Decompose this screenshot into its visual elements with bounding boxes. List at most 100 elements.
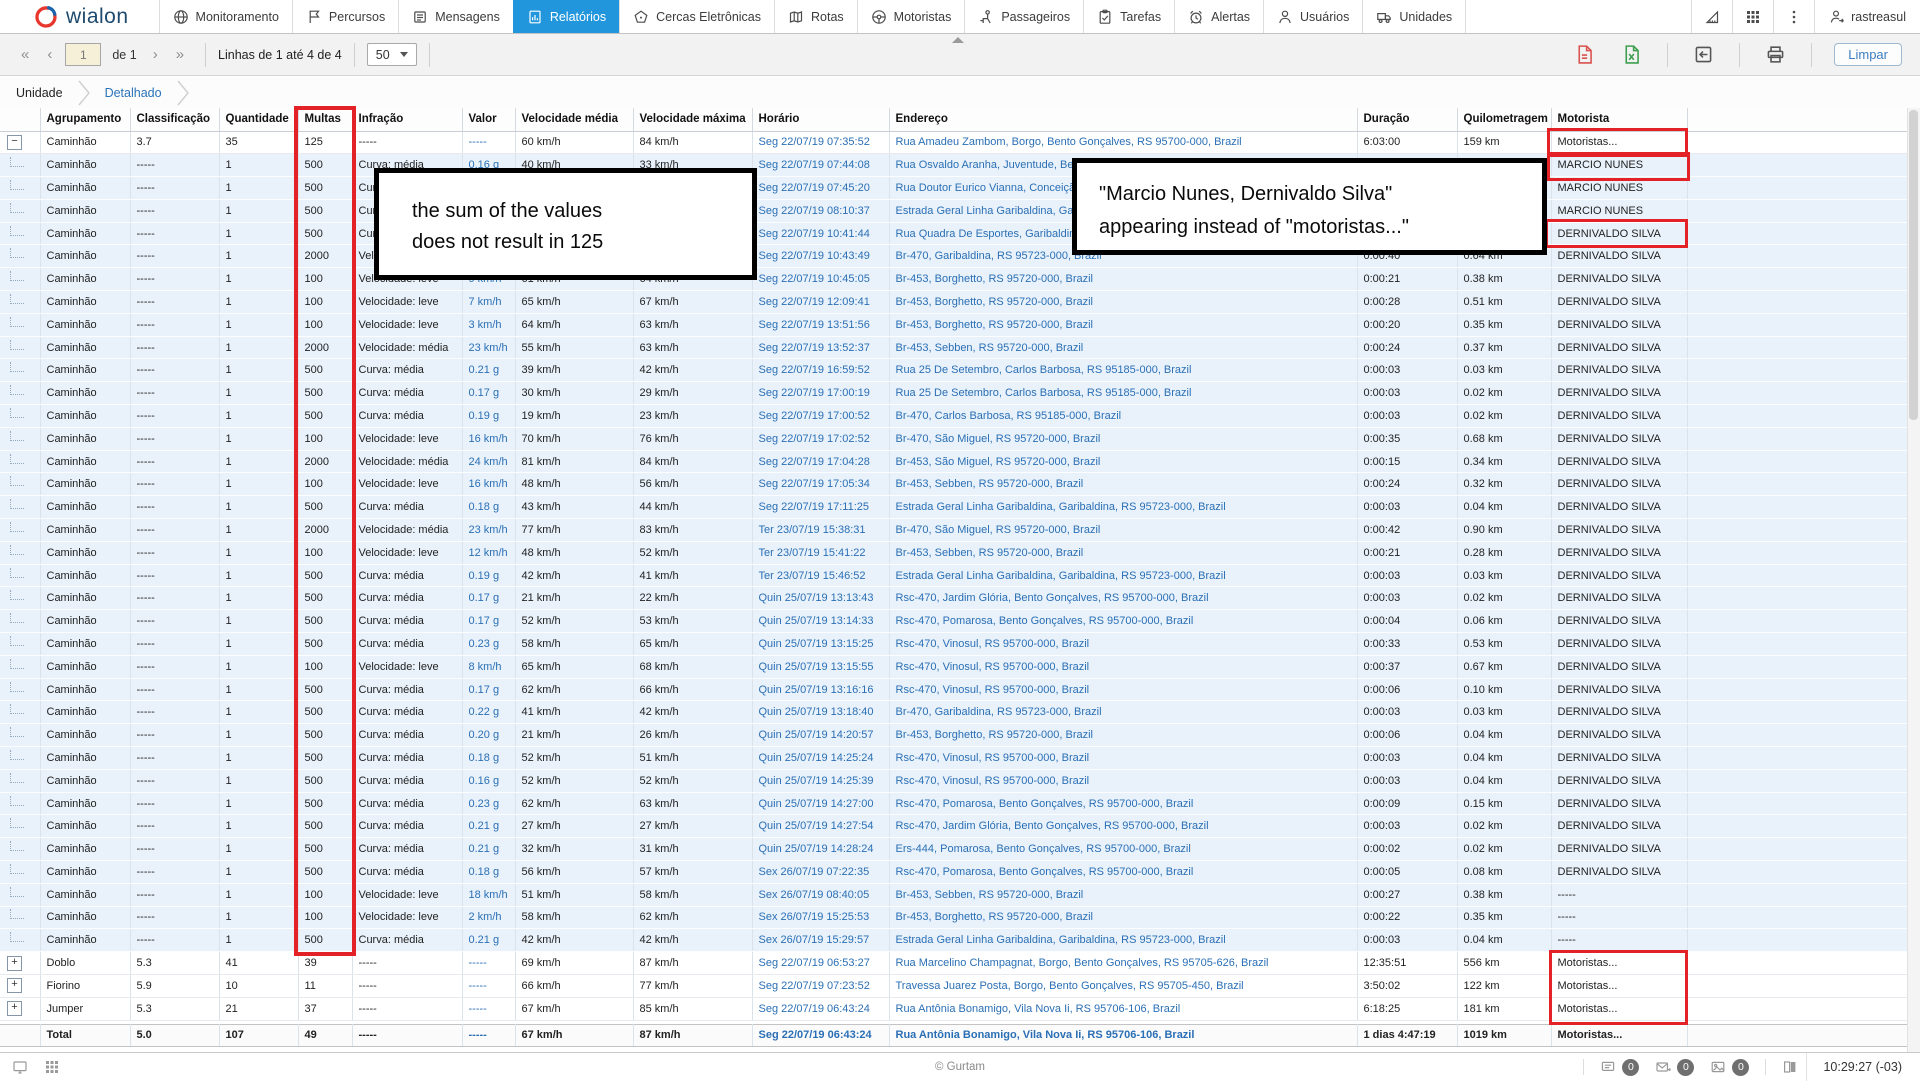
cell-horario[interactable]: Seg 22/07/19 16:59:52	[752, 359, 889, 382]
cell-endereco[interactable]: Rsc-470, Pomarosa, Bento Gonçalves, RS 9…	[889, 610, 1357, 633]
cell-endereco[interactable]: Rsc-470, Jardim Glória, Bento Gonçalves,…	[889, 815, 1357, 838]
cell-valor[interactable]: -----	[462, 1024, 515, 1047]
cell-endereco[interactable]: Br-470, Garibaldina, RS 95723-000, Brazi…	[889, 701, 1357, 724]
cell-endereco[interactable]: Rua 25 De Setembro, Carlos Barbosa, RS 9…	[889, 382, 1357, 405]
cell-valor[interactable]: 0.18 g	[462, 861, 515, 884]
cell-endereco[interactable]: Br-453, Borghetto, RS 95720-000, Brazil	[889, 291, 1357, 314]
grid-icon[interactable]	[44, 1059, 60, 1075]
cell-horario[interactable]: Ter 23/07/19 15:46:52	[752, 564, 889, 587]
cell-horario[interactable]: Seg 22/07/19 13:51:56	[752, 313, 889, 336]
user-menu[interactable]: rastreasul	[1814, 0, 1920, 33]
layout-toggle-button[interactable]	[1774, 1059, 1806, 1075]
cell-valor[interactable]: 0.21 g	[462, 929, 515, 952]
cell-endereco[interactable]: Rua Antônia Bonamigo, Vila Nova Ii, RS 9…	[889, 997, 1357, 1020]
page-number-input[interactable]	[65, 43, 101, 66]
cell-horario[interactable]: Seg 22/07/19 17:11:25	[752, 496, 889, 519]
more-menu-button[interactable]	[1773, 0, 1814, 33]
cell-valor[interactable]: 0.17 g	[462, 678, 515, 701]
cell-valor[interactable]: 23 km/h	[462, 336, 515, 359]
cell-horario[interactable]: Sex 26/07/19 08:40:05	[752, 883, 889, 906]
cell-valor[interactable]: 3 km/h	[462, 313, 515, 336]
cell-valor[interactable]: 12 km/h	[462, 541, 515, 564]
nav-item-usuarios[interactable]: Usuários	[1263, 0, 1362, 33]
breadcrumb-detalhado[interactable]: Detalhado	[105, 86, 162, 100]
cell-horario[interactable]: Quin 25/07/19 13:15:25	[752, 633, 889, 656]
nav-item-tarefas[interactable]: Tarefas	[1083, 0, 1174, 33]
cell-horario[interactable]: Seg 22/07/19 17:05:34	[752, 473, 889, 496]
cell-endereco[interactable]: Rsc-470, Pomarosa, Bento Gonçalves, RS 9…	[889, 861, 1357, 884]
cell-valor[interactable]: 0.22 g	[462, 701, 515, 724]
cell-endereco[interactable]: Br-453, São Miguel, RS 95720-000, Brazil	[889, 450, 1357, 473]
cell-valor[interactable]: 0.17 g	[462, 587, 515, 610]
cell-endereco[interactable]: Br-470, Carlos Barbosa, RS 95185-000, Br…	[889, 405, 1357, 428]
cell-valor[interactable]: 0.17 g	[462, 382, 515, 405]
cell-horario[interactable]: Seg 22/07/19 07:35:52	[752, 131, 889, 154]
nav-item-unidades[interactable]: Unidades	[1362, 0, 1466, 33]
cell-endereco[interactable]: Br-453, Sebben, RS 95720-000, Brazil	[889, 336, 1357, 359]
cell-horario[interactable]: Ter 23/07/19 15:41:22	[752, 541, 889, 564]
cell-horario[interactable]: Quin 25/07/19 14:25:24	[752, 747, 889, 770]
print-button[interactable]	[1752, 44, 1799, 65]
cell-valor[interactable]: -----	[462, 952, 515, 975]
cell-endereco[interactable]: Br-453, Borghetto, RS 95720-000, Brazil	[889, 268, 1357, 291]
prev-page-button[interactable]: ‹	[38, 46, 61, 63]
expand-icon[interactable]: +	[7, 978, 22, 993]
nav-item-alertas[interactable]: Alertas	[1174, 0, 1263, 33]
messages-button[interactable]: 0	[1647, 1059, 1702, 1076]
cell-horario[interactable]: Seg 22/07/19 08:10:37	[752, 199, 889, 222]
cell-horario[interactable]: Sex 26/07/19 15:29:57	[752, 929, 889, 952]
cell-endereco[interactable]: Br-453, Borghetto, RS 95720-000, Brazil	[889, 724, 1357, 747]
cell-endereco[interactable]: Ers-444, Pomarosa, Bento Gonçalves, RS 9…	[889, 838, 1357, 861]
cell-horario[interactable]: Seg 22/07/19 10:43:49	[752, 245, 889, 268]
nav-item-rotas[interactable]: Rotas	[774, 0, 857, 33]
nav-item-cercas[interactable]: Cercas Eletrônicas	[619, 0, 774, 33]
cell-horario[interactable]: Quin 25/07/19 13:14:33	[752, 610, 889, 633]
cell-horario[interactable]: Seg 22/07/19 10:45:05	[752, 268, 889, 291]
cell-horario[interactable]: Quin 25/07/19 14:20:57	[752, 724, 889, 747]
cell-endereco[interactable]: Estrada Geral Linha Garibaldina, Garibal…	[889, 496, 1357, 519]
cell-endereco[interactable]: Rua Antônia Bonamigo, Vila Nova Ii, RS 9…	[889, 1024, 1357, 1047]
cell-horario[interactable]: Quin 25/07/19 14:25:39	[752, 769, 889, 792]
collapse-panel-arrow-icon[interactable]	[952, 37, 964, 43]
apps-menu-button[interactable]	[1732, 0, 1773, 33]
cell-valor[interactable]: 16 km/h	[462, 427, 515, 450]
cell-horario[interactable]: Quin 25/07/19 13:16:16	[752, 678, 889, 701]
cell-valor[interactable]: 0.21 g	[462, 359, 515, 382]
cell-endereco[interactable]: Br-470, São Miguel, RS 95720-000, Brazil	[889, 519, 1357, 542]
cell-endereco[interactable]: Rua 25 De Setembro, Carlos Barbosa, RS 9…	[889, 359, 1357, 382]
cell-endereco[interactable]: Rua Amadeu Zambom, Borgo, Bento Gonçalve…	[889, 131, 1357, 154]
cell-horario[interactable]: Seg 22/07/19 13:52:37	[752, 336, 889, 359]
cell-valor[interactable]: 0.23 g	[462, 633, 515, 656]
cell-horario[interactable]: Quin 25/07/19 14:28:24	[752, 838, 889, 861]
cell-valor[interactable]: 0.17 g	[462, 610, 515, 633]
cell-valor[interactable]: 0.18 g	[462, 496, 515, 519]
measure-tool-button[interactable]	[1691, 0, 1732, 33]
cell-horario[interactable]: Sex 26/07/19 15:25:53	[752, 906, 889, 929]
cell-valor[interactable]: 18 km/h	[462, 883, 515, 906]
monitor-icon[interactable]	[12, 1059, 28, 1075]
cell-horario[interactable]: Seg 22/07/19 06:53:27	[752, 952, 889, 975]
cell-horario[interactable]: Quin 25/07/19 13:15:55	[752, 655, 889, 678]
cell-valor[interactable]: 0.20 g	[462, 724, 515, 747]
cell-endereco[interactable]: Travessa Juarez Posta, Borgo, Bento Gonç…	[889, 974, 1357, 997]
nav-item-relatorios[interactable]: Relatórios	[513, 0, 619, 33]
cell-valor[interactable]: 0.19 g	[462, 405, 515, 428]
cell-valor[interactable]: 7 km/h	[462, 291, 515, 314]
cell-valor[interactable]: 0.18 g	[462, 747, 515, 770]
notifications-button[interactable]: 0	[1592, 1059, 1647, 1076]
media-button[interactable]: 0	[1702, 1059, 1757, 1076]
cell-valor[interactable]: 0.19 g	[462, 564, 515, 587]
collapse-icon[interactable]: −	[7, 135, 22, 150]
cell-endereco[interactable]: Br-453, Borghetto, RS 95720-000, Brazil	[889, 313, 1357, 336]
cell-horario[interactable]: Sex 26/07/19 07:22:35	[752, 861, 889, 884]
cell-endereco[interactable]: Rsc-470, Vinosul, RS 95700-000, Brazil	[889, 769, 1357, 792]
cell-horario[interactable]: Quin 25/07/19 13:13:43	[752, 587, 889, 610]
cell-endereco[interactable]: Br-453, Sebben, RS 95720-000, Brazil	[889, 473, 1357, 496]
scrollbar-thumb[interactable]	[1909, 110, 1918, 420]
nav-item-percursos[interactable]: Percursos	[292, 0, 398, 33]
cell-valor[interactable]: 8 km/h	[462, 655, 515, 678]
cell-endereco[interactable]: Br-453, Sebben, RS 95720-000, Brazil	[889, 541, 1357, 564]
vertical-scrollbar[interactable]	[1907, 108, 1920, 1052]
cell-endereco[interactable]: Rsc-470, Vinosul, RS 95700-000, Brazil	[889, 655, 1357, 678]
export-file-button[interactable]	[1680, 44, 1727, 65]
